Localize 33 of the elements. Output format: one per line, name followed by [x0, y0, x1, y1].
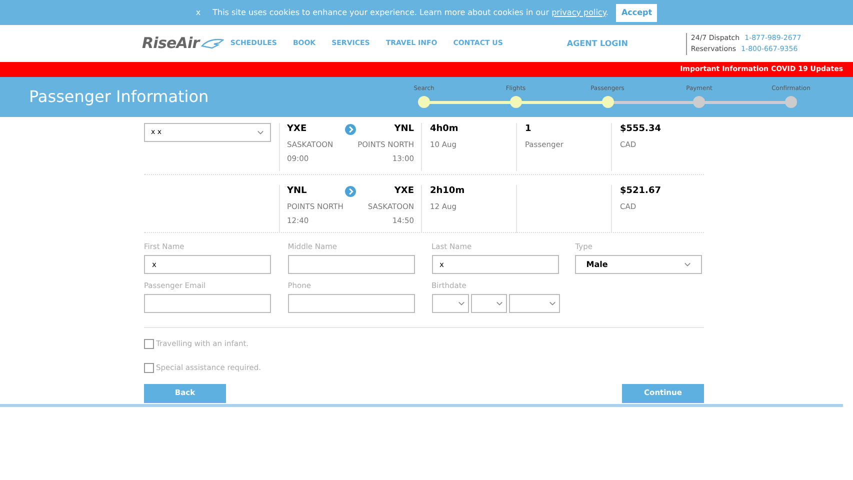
chevron-down-icon	[257, 130, 264, 135]
input-field[interactable]	[144, 294, 271, 313]
input-field[interactable]	[288, 255, 415, 274]
day-select[interactable]	[432, 294, 470, 313]
arrow-right-icon	[344, 124, 356, 136]
wing-icon	[200, 36, 224, 50]
flight-duration: 4h0m	[430, 123, 460, 136]
chevron-down-icon	[684, 262, 692, 267]
flight-duration: 2h10m	[430, 185, 466, 198]
passenger-count: 1	[525, 123, 532, 136]
type-select[interactable]: Male	[575, 255, 702, 274]
arrow-right-icon	[345, 186, 356, 198]
cookie-message: This site uses cookies to enhance your experience. Learn more about cookies in our privacy policy.	[212, 6, 608, 18]
privacy-policy-link[interactable]: privacy policy	[552, 8, 606, 16]
logo[interactable]: RiseAir	[142, 32, 224, 55]
chevron-down-icon	[496, 301, 504, 306]
close-button[interactable]: x	[196, 6, 201, 18]
chevron-down-icon	[549, 301, 556, 306]
flight-price: $521.67	[620, 185, 662, 198]
airport-code: YNL	[287, 185, 307, 198]
checkbox[interactable]	[144, 362, 154, 373]
chevron-down-icon	[458, 301, 466, 306]
airport-code: YNL	[394, 123, 414, 136]
checkbox[interactable]	[144, 338, 154, 349]
airport-code: YXE	[394, 185, 414, 198]
airport-code: YXE	[287, 123, 307, 136]
agent-login-link[interactable]: AGENT LOGIN	[566, 38, 628, 50]
accept-button[interactable]: Accept	[616, 4, 658, 22]
year-select[interactable]	[509, 294, 560, 313]
flight-price: $555.34	[620, 123, 662, 136]
page-title: Passenger Information	[29, 86, 209, 108]
input-field[interactable]	[288, 294, 415, 313]
month-select[interactable]	[471, 294, 508, 313]
